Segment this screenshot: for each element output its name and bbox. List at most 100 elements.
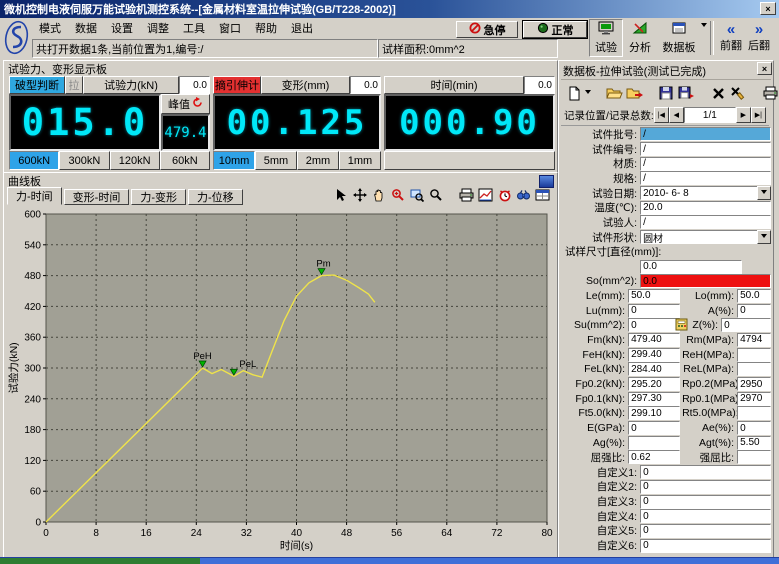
zoom-out-icon[interactable] (427, 187, 444, 203)
pair-input-left-8[interactable]: 299.10 (628, 406, 680, 420)
estop-button[interactable]: 急停 (456, 21, 518, 38)
open-file-icon[interactable] (605, 85, 623, 102)
pair-input-left-3[interactable]: 479.40 (628, 333, 680, 347)
data-table-icon[interactable] (534, 187, 551, 203)
pair-input-left-9[interactable]: 0 (628, 421, 680, 435)
pull-button[interactable]: 拉 (65, 76, 83, 94)
record-prev-button[interactable]: ◀ (669, 107, 684, 123)
timer-icon[interactable] (496, 187, 513, 203)
deform-range-1mm[interactable]: 1mm (339, 151, 381, 170)
test-mode-button[interactable]: 试验 (589, 19, 623, 57)
force-range-300kN[interactable]: 300kN (59, 151, 109, 170)
field-input-6[interactable]: / (640, 215, 771, 229)
pair-input-left-6[interactable]: 295.20 (628, 377, 680, 391)
deform-range-5mm[interactable]: 5mm (255, 151, 297, 170)
window-close-button[interactable]: × (760, 2, 776, 15)
databoard-dropdown-icon[interactable] (701, 23, 707, 30)
print-icon[interactable] (761, 85, 779, 102)
pair-input-right-8[interactable] (737, 406, 771, 420)
data-panel-close-button[interactable]: × (757, 62, 772, 75)
print-icon[interactable] (458, 187, 475, 203)
analyze-mode-button[interactable]: 分析 (623, 19, 657, 57)
force-range-60kN[interactable]: 60kN (160, 151, 210, 170)
dropdown-button[interactable] (757, 186, 771, 200)
pair-input-right-2[interactable]: 0 (721, 318, 771, 332)
force-range-120kN[interactable]: 120kN (110, 151, 160, 170)
move-icon[interactable] (351, 187, 368, 203)
menu-item-数据[interactable]: 数据 (68, 19, 104, 37)
pair-input-right-6[interactable]: 2950 (737, 377, 771, 391)
pair-input-left-1[interactable]: 0 (628, 304, 680, 318)
pair-input-right-9[interactable]: 0 (737, 421, 771, 435)
new-file-icon[interactable] (565, 85, 583, 102)
field-input-2[interactable]: / (640, 157, 771, 171)
search-icon[interactable] (515, 187, 532, 203)
cursor-icon[interactable] (332, 187, 349, 203)
force-range-600kN[interactable]: 600kN (9, 151, 59, 170)
menu-item-窗口[interactable]: 窗口 (212, 19, 248, 37)
field-input-7[interactable]: 圆材 (640, 230, 770, 244)
custom-input-4[interactable]: 0 (640, 524, 771, 538)
custom-input-0[interactable]: 0 (640, 465, 771, 479)
zoom-window-icon[interactable] (408, 187, 425, 203)
tab-力-时间[interactable]: 力-时间 (7, 187, 62, 205)
size-input[interactable]: 0.0 (640, 260, 742, 274)
pair-input-right-7[interactable]: 2970 (737, 392, 771, 406)
break-judge-button[interactable]: 破型判断 (9, 76, 65, 94)
pair-input-left-5[interactable]: 284.40 (628, 362, 680, 376)
delete-icon[interactable] (709, 85, 727, 102)
field-input-1[interactable]: / (640, 142, 771, 156)
record-first-button[interactable]: |◀ (654, 107, 669, 123)
deform-range-10mm[interactable]: 10mm (213, 151, 255, 170)
custom-input-3[interactable]: 0 (640, 509, 771, 523)
databoard-button[interactable]: 数据板 (657, 19, 701, 57)
pair-input-right-4[interactable] (737, 348, 771, 362)
dropdown-caret-icon[interactable] (585, 90, 591, 97)
prev-page-button[interactable]: « 前翻 (717, 19, 745, 57)
pair-input-left-0[interactable]: 50.0 (628, 289, 680, 303)
menu-item-退出[interactable]: 退出 (284, 19, 320, 37)
pair-input-left-11[interactable]: 0.62 (628, 450, 680, 464)
clear-icon[interactable] (729, 85, 747, 102)
save-icon[interactable] (657, 85, 675, 102)
dropdown-button[interactable] (757, 230, 771, 244)
export-icon[interactable] (625, 85, 643, 102)
deform-range-2mm[interactable]: 2mm (297, 151, 339, 170)
field-input-3[interactable]: / (640, 171, 771, 185)
pair-input-left-10[interactable] (628, 436, 680, 450)
record-next-button[interactable]: ▶ (736, 107, 751, 123)
zoom-in-icon[interactable] (389, 187, 406, 203)
custom-input-2[interactable]: 0 (640, 495, 771, 509)
pair-input-right-11[interactable] (737, 450, 771, 464)
so-input[interactable]: 0.0 (640, 274, 771, 288)
pair-input-right-10[interactable]: 5.50 (737, 436, 771, 450)
pair-input-left-4[interactable]: 299.40 (628, 348, 680, 362)
pair-input-right-3[interactable]: 4794 (737, 333, 771, 347)
menu-item-工具[interactable]: 工具 (176, 19, 212, 37)
pair-input-left-2[interactable]: 0 (628, 318, 680, 332)
pair-input-right-1[interactable]: 0 (737, 304, 771, 318)
save-as-icon[interactable] (677, 85, 695, 102)
menu-item-模式[interactable]: 模式 (32, 19, 68, 37)
field-input-4[interactable]: 2010- 6- 8 (640, 186, 770, 200)
pair-input-right-5[interactable] (737, 362, 771, 376)
pan-hand-icon[interactable] (370, 187, 387, 203)
next-page-button[interactable]: » 后翻 (745, 19, 773, 57)
custom-input-5[interactable]: 0 (640, 539, 771, 553)
extensometer-button[interactable]: 摘引伸计 (213, 76, 261, 94)
field-input-5[interactable]: 20.0 (640, 201, 771, 215)
normal-status-button[interactable]: 正常 (523, 21, 587, 38)
pair-input-left-7[interactable]: 297.30 (628, 392, 680, 406)
chart-settings-icon[interactable] (477, 187, 494, 203)
menu-item-设置[interactable]: 设置 (104, 19, 140, 37)
custom-input-1[interactable]: 0 (640, 480, 771, 494)
pair-input-right-0[interactable]: 50.0 (737, 289, 771, 303)
menu-item-帮助[interactable]: 帮助 (248, 19, 284, 37)
menu-item-调整[interactable]: 调整 (140, 19, 176, 37)
calc-icon[interactable] (675, 318, 689, 331)
tab-力-变形[interactable]: 力-变形 (131, 189, 186, 205)
tab-变形-时间[interactable]: 变形-时间 (64, 189, 130, 205)
record-last-button[interactable]: ▶| (751, 107, 766, 123)
tab-力-位移[interactable]: 力-位移 (188, 189, 243, 205)
field-input-0[interactable]: / (640, 127, 771, 141)
